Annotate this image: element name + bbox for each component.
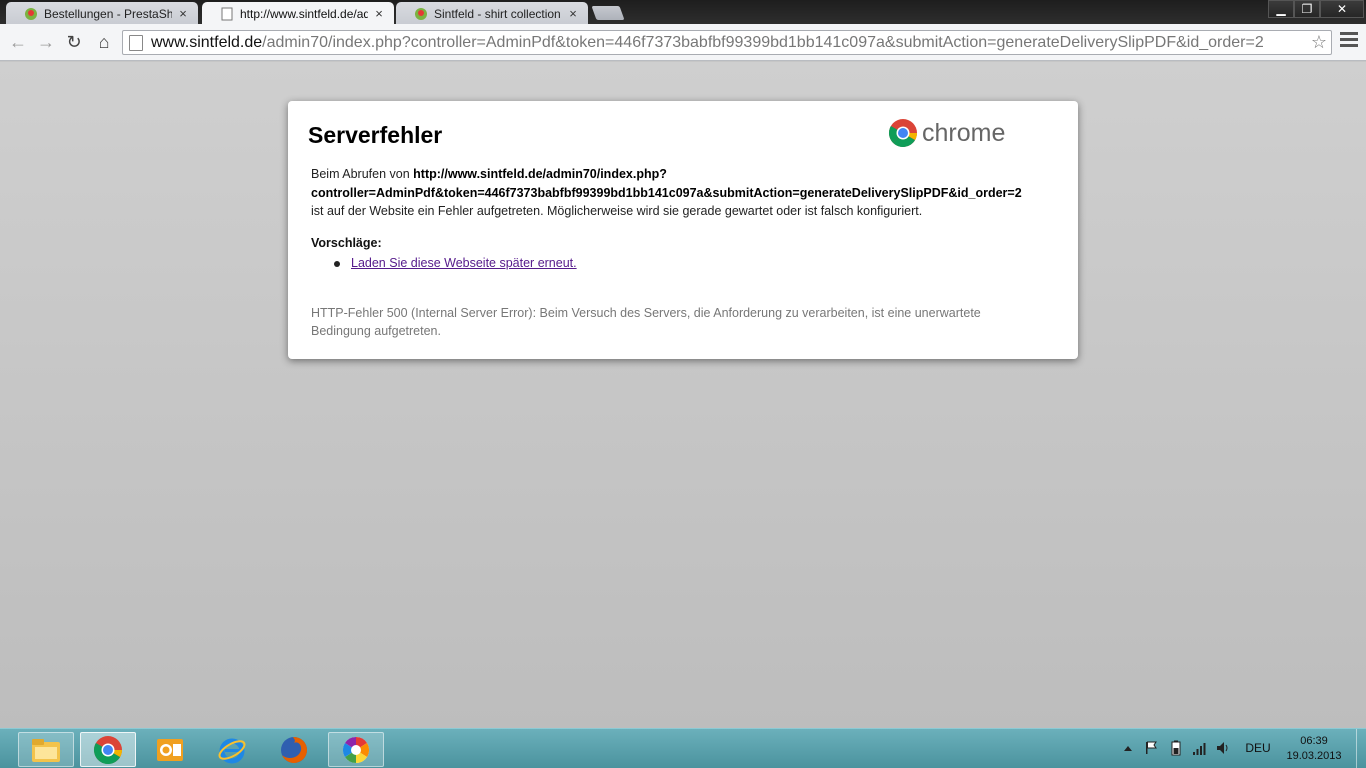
chrome-wordmark: chrome xyxy=(922,118,1006,147)
tab-sintfeld-shirts[interactable]: Sintfeld - shirt collection × xyxy=(396,2,588,25)
tray-clock[interactable]: 06:39 19.03.2013 xyxy=(1284,734,1344,764)
chevron-up-icon xyxy=(1124,746,1132,751)
tab-title: Sintfeld - shirt collection xyxy=(434,6,561,21)
show-desktop-button[interactable] xyxy=(1356,729,1366,768)
taskbar-picasa[interactable] xyxy=(328,732,384,767)
page-icon xyxy=(129,34,143,51)
page-title: Serverfehler xyxy=(308,122,443,148)
prestashop-favicon-icon xyxy=(25,7,37,20)
taskbar: DEU 06:39 19.03.2013 xyxy=(0,728,1366,768)
tab-close-icon[interactable]: × xyxy=(372,6,386,21)
address-host: www.sintfeld.de xyxy=(151,33,263,51)
suggestions-list: Laden Sie diese Webseite später erneut. xyxy=(334,256,577,270)
picasa-icon xyxy=(342,736,370,763)
close-window-button[interactable]: ✕ xyxy=(1320,0,1364,18)
maximize-button[interactable]: ❐ xyxy=(1294,0,1320,18)
reload-button[interactable]: ↻ xyxy=(62,30,86,54)
tab-close-icon[interactable]: × xyxy=(176,6,190,21)
error-url-line2: controller=AdminPdf&token=446f7373babfbf… xyxy=(311,185,1022,200)
error-url-line1: http://www.sintfeld.de/admin70/index.php… xyxy=(413,167,667,181)
taskbar-firefox[interactable] xyxy=(266,732,322,767)
address-path: /admin70/index.php?controller=AdminPdf&t… xyxy=(262,33,1264,51)
reload-later-link[interactable]: Laden Sie diese Webseite später erneut. xyxy=(351,256,577,270)
tray-action-center[interactable] xyxy=(1142,738,1160,758)
outlook-icon xyxy=(157,738,183,761)
folder-icon xyxy=(32,738,60,762)
title-bar: Bestellungen - PrestaShop × http://www.s… xyxy=(0,0,1366,25)
tray-network[interactable] xyxy=(1190,738,1210,758)
bullet xyxy=(334,260,340,267)
chrome-menu-icon[interactable] xyxy=(1340,32,1358,52)
signal-bars-icon xyxy=(1193,743,1206,755)
taskbar-outlook[interactable] xyxy=(142,732,198,767)
forward-button[interactable]: → xyxy=(34,30,58,54)
clock-time: 06:39 xyxy=(1300,735,1328,747)
speaker-icon xyxy=(1217,742,1228,754)
address-bar[interactable]: www.sintfeld.de/admin70/index.php?contro… xyxy=(122,30,1332,55)
message-suffix: ist auf der Website ein Fehler aufgetret… xyxy=(311,204,923,218)
page-content: Serverfehler chrome Beim Abrufen von htt… xyxy=(0,62,1366,728)
bookmark-star-icon[interactable]: ☆ xyxy=(1311,32,1327,53)
flag-icon xyxy=(1146,741,1157,754)
tray-volume[interactable] xyxy=(1214,738,1234,758)
tab-title: http://www.sintfeld.de/admin70/index.php xyxy=(240,6,368,21)
tray-language[interactable]: DEU xyxy=(1240,738,1276,758)
tab-current[interactable]: http://www.sintfeld.de/admin70/index.php… xyxy=(202,2,394,25)
message-prefix: Beim Abrufen von xyxy=(311,167,414,181)
error-message: Beim Abrufen von http://www.sintfeld.de/… xyxy=(311,165,1071,221)
chrome-icon xyxy=(93,735,122,764)
minimize-button[interactable]: ▁ xyxy=(1268,0,1294,18)
chrome-brand: chrome xyxy=(888,118,1005,148)
home-button[interactable]: ⌂ xyxy=(92,30,116,54)
error-detail: HTTP-Fehler 500 (Internal Server Error):… xyxy=(311,306,981,338)
new-tab-button[interactable] xyxy=(591,6,625,20)
taskbar-internet-explorer[interactable] xyxy=(204,732,260,767)
battery-icon xyxy=(1171,740,1181,756)
tab-close-icon[interactable]: × xyxy=(566,6,580,21)
firefox-icon xyxy=(281,736,307,763)
internet-explorer-icon xyxy=(218,738,246,763)
page-favicon-icon xyxy=(221,7,233,20)
suggestions-heading: Vorschläge: xyxy=(311,236,382,250)
tray-battery[interactable] xyxy=(1166,738,1186,758)
show-hidden-icons-button[interactable] xyxy=(1120,738,1136,758)
browser-toolbar: ← → ↻ ⌂ www.sintfeld.de/admin70/index.ph… xyxy=(0,24,1366,61)
error-card: Serverfehler chrome Beim Abrufen von htt… xyxy=(288,101,1078,359)
prestashop-favicon-icon xyxy=(415,7,427,20)
taskbar-chrome[interactable] xyxy=(80,732,136,767)
tab-title: Bestellungen - PrestaShop xyxy=(44,6,172,21)
taskbar-file-explorer[interactable] xyxy=(18,732,74,767)
tab-bestellungen[interactable]: Bestellungen - PrestaShop × xyxy=(6,2,198,25)
back-button[interactable]: ← xyxy=(6,30,30,54)
chrome-logo-icon xyxy=(888,119,917,148)
clock-date: 19.03.2013 xyxy=(1286,750,1342,762)
